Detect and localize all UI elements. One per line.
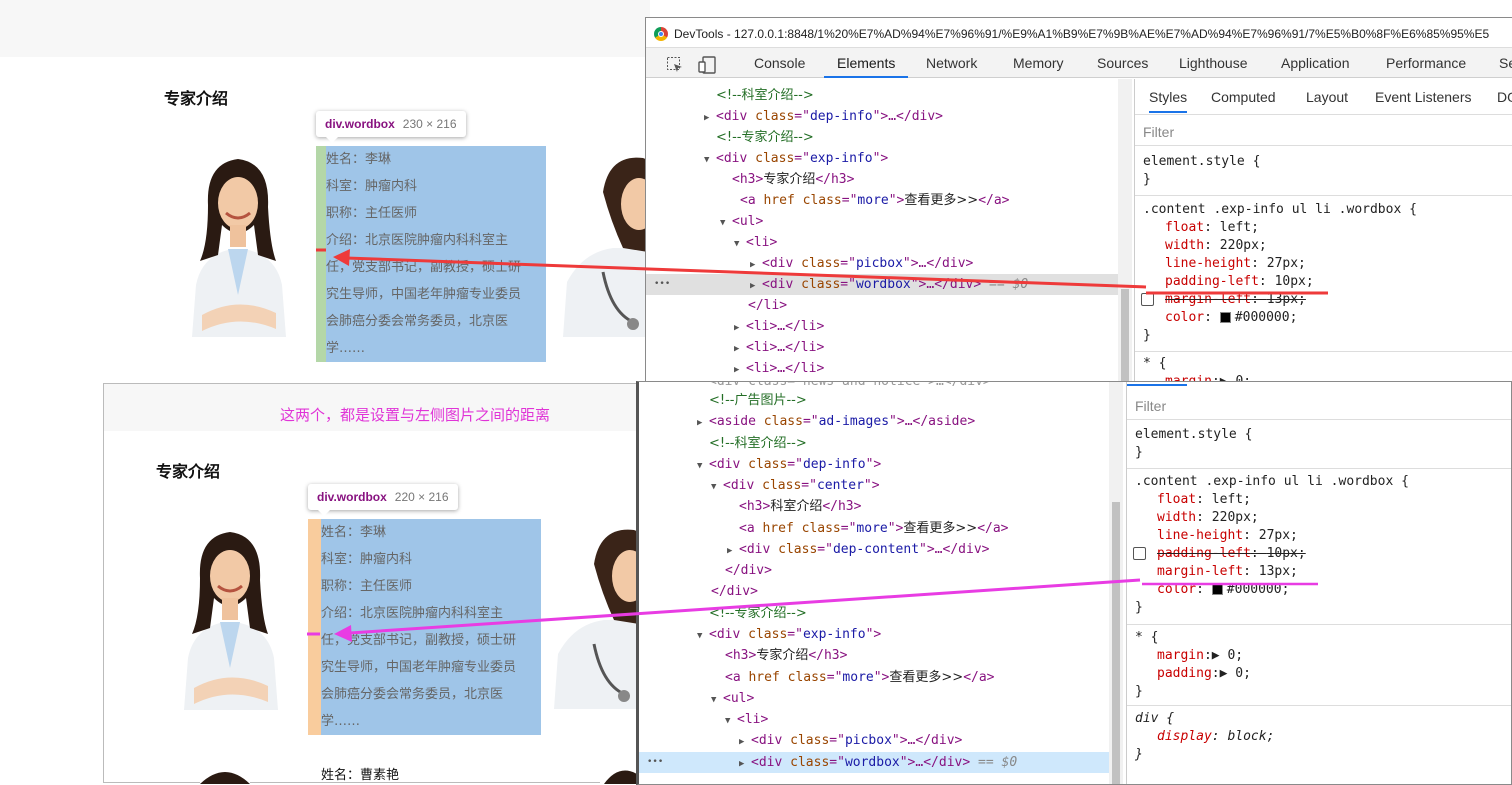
red-arrow-line	[345, 256, 1147, 289]
red-arrowhead	[333, 249, 350, 266]
magenta-arrow-line	[349, 578, 1141, 635]
magenta-arrowhead	[334, 625, 352, 642]
annotation-overlay	[307, 248, 1328, 642]
